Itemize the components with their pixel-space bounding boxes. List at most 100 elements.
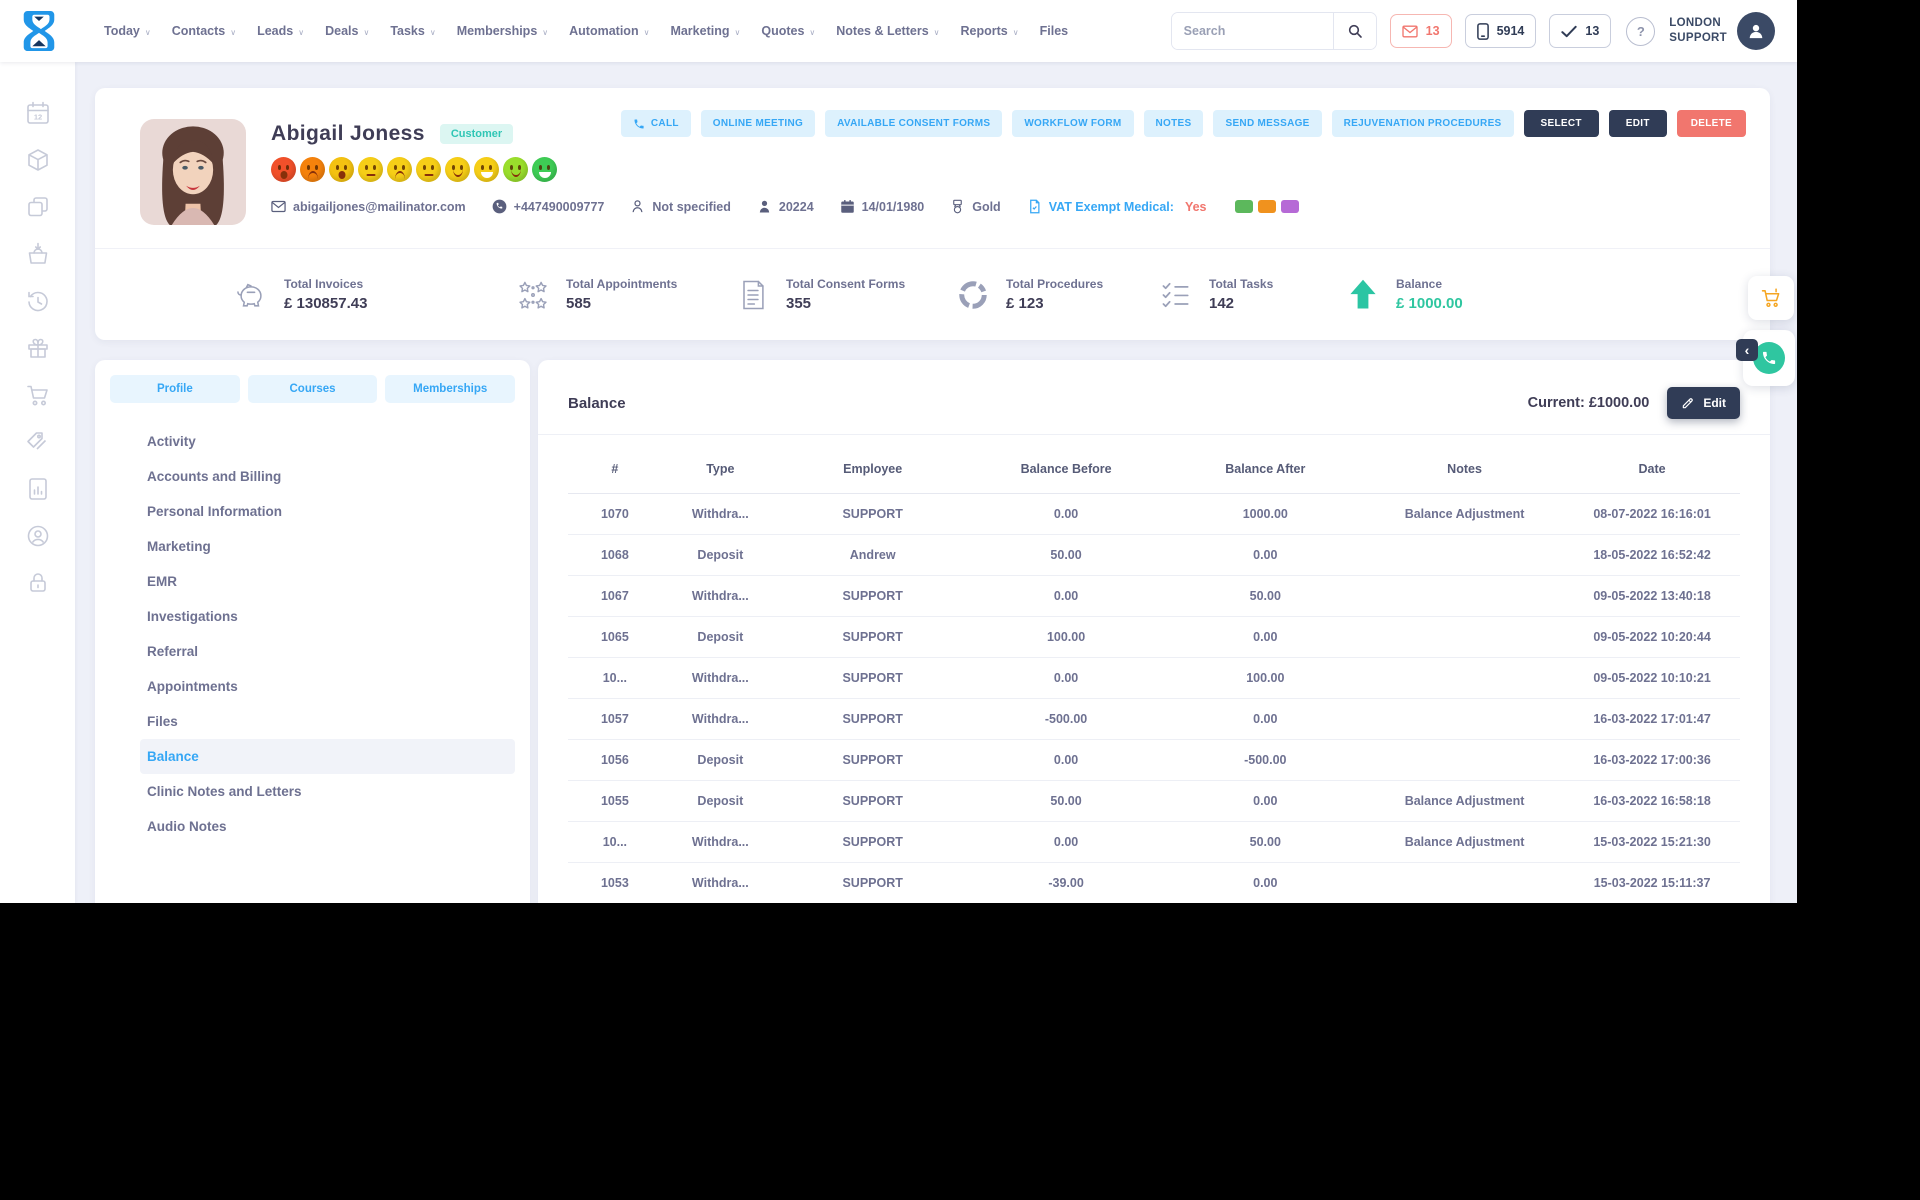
- gift-icon[interactable]: [25, 335, 51, 361]
- cell-balance-after: 0.00: [1165, 698, 1365, 740]
- color-tag[interactable]: [1257, 200, 1276, 213]
- cell-type: Deposit: [661, 616, 779, 658]
- nav-menu-item[interactable]: Reports ∨: [961, 24, 1019, 38]
- profile-menu-item[interactable]: Accounts and Billing: [140, 459, 515, 494]
- package-icon[interactable]: [25, 147, 51, 173]
- floating-cart-button[interactable]: [1748, 276, 1794, 320]
- mood-emoji-icon[interactable]: [387, 157, 412, 182]
- profile-menu-item[interactable]: Audio Notes: [140, 809, 515, 844]
- profile-menu-item[interactable]: Activity: [140, 424, 515, 459]
- color-tag[interactable]: [1280, 200, 1299, 213]
- user-name[interactable]: LONDON SUPPORT: [1669, 16, 1727, 46]
- table-row[interactable]: 1055 Deposit SUPPORT 50.00 0.00 Balance …: [568, 780, 1740, 822]
- mood-emoji-icon[interactable]: [329, 157, 354, 182]
- nav-menu-item[interactable]: Deals ∨: [325, 24, 369, 38]
- cart-icon[interactable]: [25, 382, 51, 408]
- column-header: #: [568, 445, 662, 494]
- nav-menu-item[interactable]: Memberships ∨: [457, 24, 548, 38]
- collapse-drawer-button[interactable]: ‹: [1736, 339, 1758, 361]
- mood-emoji-icon[interactable]: [271, 157, 296, 182]
- table-row[interactable]: 1057 Withdra... SUPPORT -500.00 0.00 16-…: [568, 698, 1740, 740]
- color-tag[interactable]: [1234, 200, 1253, 213]
- basket-icon[interactable]: [25, 241, 51, 267]
- calendar-icon[interactable]: 12: [25, 100, 51, 126]
- balance-panel: Balance Current: £1000.00 Edit # Type Empl…: [538, 360, 1770, 903]
- action-button[interactable]: REJUVENATION PROCEDURES: [1331, 110, 1514, 137]
- profile-menu-item[interactable]: Personal Information: [140, 494, 515, 529]
- profile-tab[interactable]: Courses: [247, 375, 378, 403]
- nav-menu-item[interactable]: Leads ∨: [257, 24, 304, 38]
- cell-notes: [1364, 534, 1565, 576]
- panel-title: Balance: [568, 394, 626, 412]
- inbox-badge[interactable]: 13: [1389, 14, 1452, 48]
- action-button[interactable]: NOTES: [1143, 110, 1204, 137]
- mood-emoji-icon[interactable]: [300, 157, 325, 182]
- profile-menu-item[interactable]: Referral: [140, 634, 515, 669]
- table-row[interactable]: 10... Withdra... SUPPORT 0.00 100.00 09-…: [568, 657, 1740, 699]
- mood-emoji-icon[interactable]: [474, 157, 499, 182]
- search-input[interactable]: [1171, 13, 1333, 49]
- action-button[interactable]: WORKFLOW FORM: [1012, 110, 1134, 137]
- customer-type-badge: Customer: [439, 124, 514, 144]
- tags-icon[interactable]: [25, 429, 51, 455]
- profile-menu-item[interactable]: Balance: [140, 739, 515, 774]
- cell-balance-before: 50.00: [966, 534, 1166, 576]
- mood-emoji-icon[interactable]: [445, 157, 470, 182]
- mood-emoji-icon[interactable]: [416, 157, 441, 182]
- action-button[interactable]: SEND MESSAGE: [1213, 110, 1322, 137]
- copy-icon[interactable]: [25, 194, 51, 220]
- cell-date: 08-07-2022 16:16:01: [1593, 507, 1711, 521]
- nav-menu-item[interactable]: Automation ∨: [569, 24, 649, 38]
- side-rail: 12: [0, 62, 75, 903]
- tasks-badge[interactable]: 13: [1549, 14, 1612, 48]
- profile-menu-item[interactable]: Investigations: [140, 599, 515, 634]
- nav-menu-label: Quotes: [761, 24, 805, 38]
- account-icon[interactable]: [25, 523, 51, 549]
- edit-balance-button[interactable]: Edit: [1667, 387, 1740, 419]
- nav-menu-label: Today: [104, 24, 140, 38]
- mood-emoji-icon[interactable]: [503, 157, 528, 182]
- table-row[interactable]: 10... Withdra... SUPPORT 0.00 50.00 Bala…: [568, 821, 1740, 863]
- nav-menu-item[interactable]: Contacts ∨: [172, 24, 236, 38]
- report-icon[interactable]: [25, 476, 51, 502]
- action-button[interactable]: ONLINE MEETING: [700, 110, 816, 137]
- top-navbar: Today ∨ Contacts ∨ Leads ∨ Deals ∨ Tasks…: [0, 0, 1797, 62]
- edit-customer-button[interactable]: EDIT: [1608, 110, 1667, 137]
- nav-menu-item[interactable]: Today ∨: [104, 24, 151, 38]
- table-row[interactable]: 1065 Deposit SUPPORT 100.00 0.00 09-05-2…: [568, 616, 1740, 658]
- nav-menu-item[interactable]: Quotes ∨: [761, 24, 815, 38]
- profile-menu-item[interactable]: EMR: [140, 564, 515, 599]
- table-row[interactable]: 1053 Withdra... SUPPORT -39.00 0.00 15-0…: [568, 862, 1740, 903]
- profile-tab[interactable]: Memberships: [385, 375, 516, 403]
- profile-menu-item[interactable]: Files: [140, 704, 515, 739]
- action-button[interactable]: AVAILABLE CONSENT FORMS: [825, 110, 1003, 137]
- profile-menu-item[interactable]: Clinic Notes and Letters: [140, 774, 515, 809]
- cell-balance-after: 0.00: [1165, 862, 1365, 903]
- sms-badge[interactable]: 5914: [1464, 14, 1537, 48]
- cell-employee: Andrew: [778, 534, 967, 576]
- select-button[interactable]: SELECT: [1523, 110, 1599, 137]
- history-icon[interactable]: [25, 288, 51, 314]
- nav-menu-item[interactable]: Tasks ∨: [390, 24, 435, 38]
- nav-menu-item[interactable]: Files: [1040, 24, 1074, 38]
- nav-menu-item[interactable]: Notes & Letters ∨: [836, 24, 939, 38]
- search-button[interactable]: [1332, 13, 1376, 49]
- user-avatar[interactable]: [1737, 12, 1775, 50]
- profile-menu-item[interactable]: Appointments: [140, 669, 515, 704]
- app-logo-icon[interactable]: [18, 8, 60, 54]
- help-button[interactable]: ?: [1626, 16, 1656, 46]
- nav-menu-label: Files: [1039, 24, 1069, 38]
- mood-emoji-icon[interactable]: [358, 157, 383, 182]
- nav-menu-item[interactable]: Marketing ∨: [670, 24, 740, 38]
- table-row[interactable]: 1068 Deposit Andrew 50.00 0.00 18-05-202…: [568, 534, 1740, 576]
- profile-menu-item[interactable]: Marketing: [140, 529, 515, 564]
- mood-emoji-icon[interactable]: [532, 157, 557, 182]
- app-window: Today ∨ Contacts ∨ Leads ∨ Deals ∨ Tasks…: [0, 0, 1797, 903]
- table-row[interactable]: 1056 Deposit SUPPORT 0.00 -500.00 16-03-…: [568, 739, 1740, 781]
- lock-icon[interactable]: [25, 570, 51, 596]
- table-row[interactable]: 1070 Withdra... SUPPORT 0.00 1000.00 Bal…: [568, 494, 1740, 535]
- delete-button[interactable]: DELETE: [1676, 110, 1746, 137]
- profile-tab[interactable]: Profile: [110, 375, 240, 403]
- table-row[interactable]: 1067 Withdra... SUPPORT 0.00 50.00 09-05…: [568, 575, 1740, 617]
- call-button[interactable]: CALL: [620, 110, 691, 137]
